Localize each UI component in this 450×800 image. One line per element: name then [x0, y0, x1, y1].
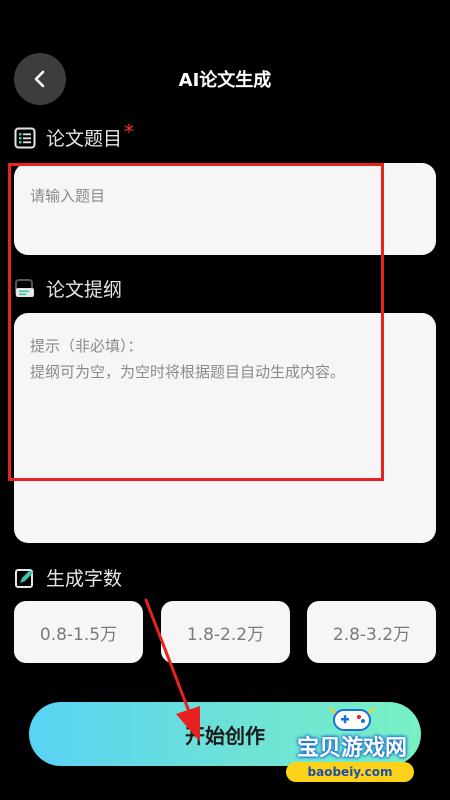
- required-mark: *: [124, 119, 135, 144]
- word-count-option-1[interactable]: 0.8-1.5万: [14, 601, 143, 663]
- topic-placeholder: 请输入题目: [30, 187, 106, 205]
- outline-input[interactable]: 提示（非必填）： 提纲可为空，为空时将根据题目自动生成内容。: [14, 313, 436, 543]
- outline-hint-line1: 提示（非必填）：: [30, 337, 143, 355]
- list-icon: [14, 127, 36, 149]
- outline-label-text: 论文提纲: [46, 279, 123, 301]
- outline-hint-line2: 提纲可为空，为空时将根据题目自动生成内容。: [30, 363, 346, 381]
- word-count-label: 生成字数: [14, 564, 122, 591]
- watermark-url: baobeiy.com: [286, 762, 414, 782]
- outline-label: 论文提纲: [14, 275, 122, 302]
- topic-label-text: 论文题目: [46, 128, 123, 150]
- topic-input[interactable]: 请输入题目: [14, 163, 436, 255]
- red-arrow-icon: [144, 598, 200, 742]
- screen: AI论文生成 论文题目 * 请输入题目 论文提纲 提示（非必填）： 提纲可为空，…: [0, 0, 450, 800]
- edit-icon: [14, 567, 36, 589]
- page-title: AI论文生成: [178, 70, 272, 91]
- watermark-text: 宝贝游戏网: [296, 736, 407, 761]
- watermark: 宝贝游戏网 baobeiy.com: [272, 700, 432, 790]
- word-count-label-text: 生成字数: [46, 568, 123, 590]
- word-count-option-3[interactable]: 2.8-3.2万: [307, 601, 436, 663]
- topic-label: 论文题目 *: [14, 120, 134, 151]
- outline-icon: [14, 278, 36, 300]
